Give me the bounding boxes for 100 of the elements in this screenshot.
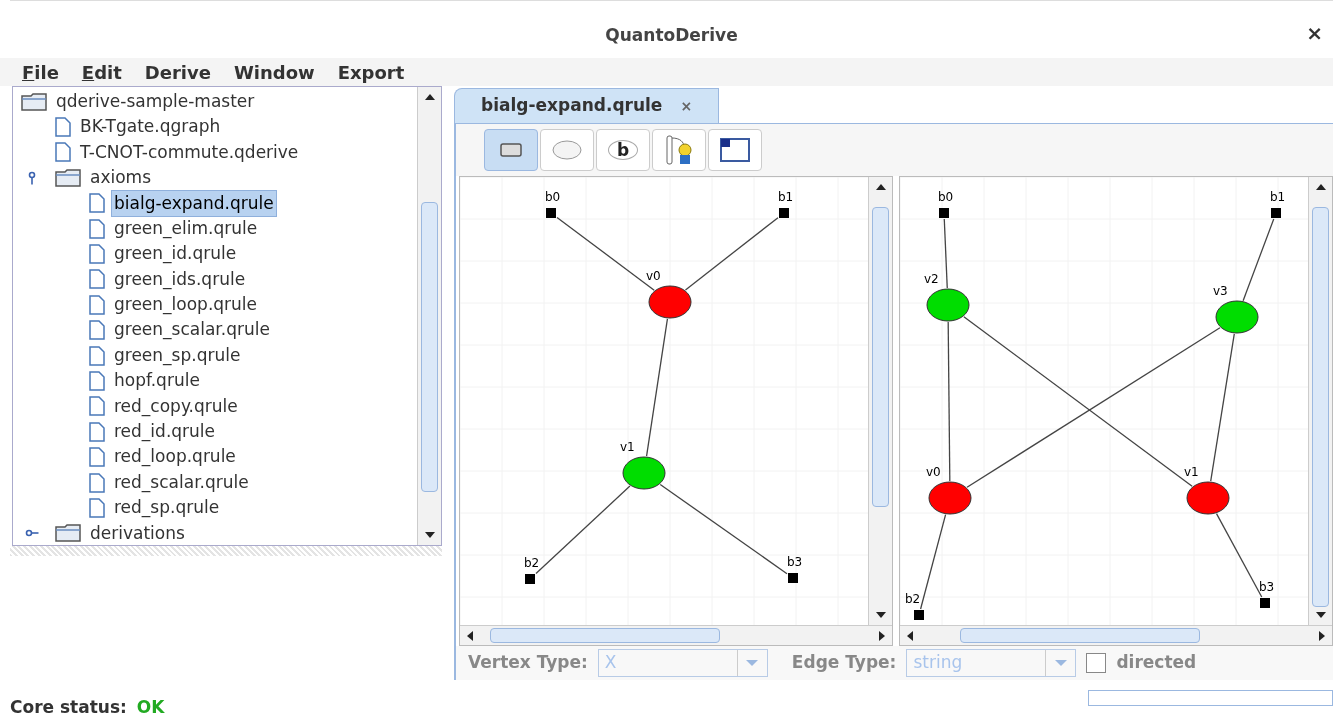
file-icon xyxy=(89,320,105,341)
window-icon xyxy=(719,137,751,163)
directed-checkbox[interactable] xyxy=(1086,653,1107,673)
vertex-label: b1 xyxy=(1270,191,1286,203)
ellipse-icon xyxy=(552,140,582,160)
graph-vertex[interactable] xyxy=(1215,300,1259,334)
file-icon xyxy=(89,497,105,518)
vertex-label: v1 xyxy=(1184,466,1199,478)
file-icon xyxy=(89,472,105,493)
vertex-label: v3 xyxy=(1213,285,1228,297)
tree-item[interactable]: green_id.qrule xyxy=(111,240,240,268)
tree-item[interactable]: green_elim.qrule xyxy=(111,214,261,243)
tree-item[interactable]: green_scalar.qrule xyxy=(111,316,273,344)
tree-item[interactable]: derivations xyxy=(87,519,188,545)
status-value: OK xyxy=(136,696,165,720)
scrollbar-thumb[interactable] xyxy=(1312,207,1329,607)
tree-item[interactable]: BK-Tgate.qgraph xyxy=(77,113,224,141)
vertex-label: v0 xyxy=(646,270,661,282)
graph-canvas[interactable] xyxy=(900,177,1308,625)
folder-icon xyxy=(21,92,47,111)
vertex-label: b3 xyxy=(787,556,803,568)
graph-vertex[interactable] xyxy=(1186,481,1230,515)
file-icon xyxy=(89,193,105,214)
menu-item[interactable]: File xyxy=(22,58,59,86)
tree-item[interactable]: T-CNOT-commute.qderive xyxy=(77,138,302,167)
file-icon xyxy=(89,218,105,239)
scrollbar-thumb[interactable] xyxy=(490,628,720,643)
up-arrow-icon[interactable] xyxy=(875,184,886,190)
tree-item[interactable]: bialg-expand.qrule xyxy=(111,189,277,217)
caret-icon xyxy=(1054,660,1067,666)
down-arrow-icon[interactable] xyxy=(1315,612,1326,618)
right-arrow-icon[interactable] xyxy=(1319,630,1325,641)
left-arrow-icon[interactable] xyxy=(467,630,473,641)
graph-vertex[interactable] xyxy=(926,288,970,322)
splitter-handle[interactable] xyxy=(10,546,442,556)
menu-item[interactable]: Derive xyxy=(144,58,211,86)
graph-vertex[interactable] xyxy=(622,456,666,490)
tree-item[interactable]: green_loop.qrule xyxy=(111,291,261,319)
tree-item[interactable]: red_loop.qrule xyxy=(111,443,239,471)
vertex-label: b2 xyxy=(524,557,540,569)
tool-button[interactable] xyxy=(652,129,706,171)
folder-icon xyxy=(55,524,81,543)
tree-item[interactable]: red_scalar.qrule xyxy=(111,468,252,497)
edge-line[interactable] xyxy=(1242,218,1275,302)
down-arrow-icon[interactable] xyxy=(424,532,435,538)
scrollbar-thumb[interactable] xyxy=(872,207,889,507)
file-icon xyxy=(89,396,105,417)
tool-button[interactable]: b xyxy=(596,129,650,171)
vertex-label: b0 xyxy=(545,191,561,203)
vertex-label: b0 xyxy=(938,191,954,203)
tree-item[interactable]: red_sp.qrule xyxy=(111,494,223,522)
tree-item[interactable]: green_ids.qrule xyxy=(111,265,249,294)
lightbulb-icon xyxy=(663,133,695,167)
tab-close-button[interactable]: × xyxy=(680,95,693,117)
graph-vertex[interactable] xyxy=(928,481,972,515)
edge-line[interactable] xyxy=(1210,333,1235,482)
menu-item[interactable]: Window xyxy=(233,58,315,86)
tree-item[interactable]: green_sp.qrule xyxy=(111,341,244,370)
status-label: Core status: xyxy=(10,696,127,720)
down-arrow-icon[interactable] xyxy=(875,612,886,618)
tree-item[interactable]: hopf.qrule xyxy=(111,367,203,395)
graph-vertex[interactable] xyxy=(648,285,692,319)
file-icon xyxy=(89,371,105,391)
menu-item[interactable]: Edit xyxy=(81,58,122,86)
up-arrow-icon[interactable] xyxy=(424,94,435,100)
vertical-scrollbar[interactable] xyxy=(1308,177,1332,625)
tree-item[interactable]: qderive-sample-master xyxy=(53,87,258,116)
editor-tab[interactable]: bialg-expand.qrule × xyxy=(454,88,720,123)
tool-button[interactable] xyxy=(708,129,762,171)
vertex-type-label: Vertex Type: xyxy=(468,651,588,675)
menu-item[interactable]: Export xyxy=(337,58,405,86)
edge-line[interactable] xyxy=(943,218,948,289)
up-arrow-icon[interactable] xyxy=(1315,184,1326,190)
vertex-label: b1 xyxy=(778,191,794,203)
horizontal-scrollbar[interactable] xyxy=(460,625,892,645)
vertical-scrollbar[interactable] xyxy=(868,177,892,625)
window-title: QuantoDerive xyxy=(605,23,738,47)
checkbox-label: directed xyxy=(1116,651,1197,675)
edge-line[interactable] xyxy=(645,318,669,457)
file-icon xyxy=(89,294,105,315)
file-icon xyxy=(89,421,105,442)
vertical-scrollbar[interactable] xyxy=(417,87,441,545)
horizontal-scrollbar[interactable] xyxy=(900,625,1332,645)
edge-line[interactable] xyxy=(919,514,947,610)
edge-line[interactable] xyxy=(947,321,951,482)
vertex-label: v1 xyxy=(620,441,635,453)
right-arrow-icon[interactable] xyxy=(879,630,885,641)
tab-label: bialg-expand.qrule xyxy=(481,94,663,118)
close-button[interactable]: × xyxy=(1306,23,1323,43)
scrollbar-thumb[interactable] xyxy=(960,628,1200,643)
tree-item[interactable]: red_copy.qrule xyxy=(111,392,241,421)
scrollbar-thumb[interactable] xyxy=(421,202,438,492)
tree-item[interactable]: axioms xyxy=(87,164,155,192)
left-arrow-icon[interactable] xyxy=(907,630,913,641)
file-icon xyxy=(89,244,105,265)
file-icon xyxy=(55,117,71,138)
vertex-label: b3 xyxy=(1259,581,1275,593)
tree-item[interactable]: red_id.qrule xyxy=(111,418,219,446)
rectangle-icon xyxy=(500,143,522,157)
file-icon xyxy=(89,269,105,290)
